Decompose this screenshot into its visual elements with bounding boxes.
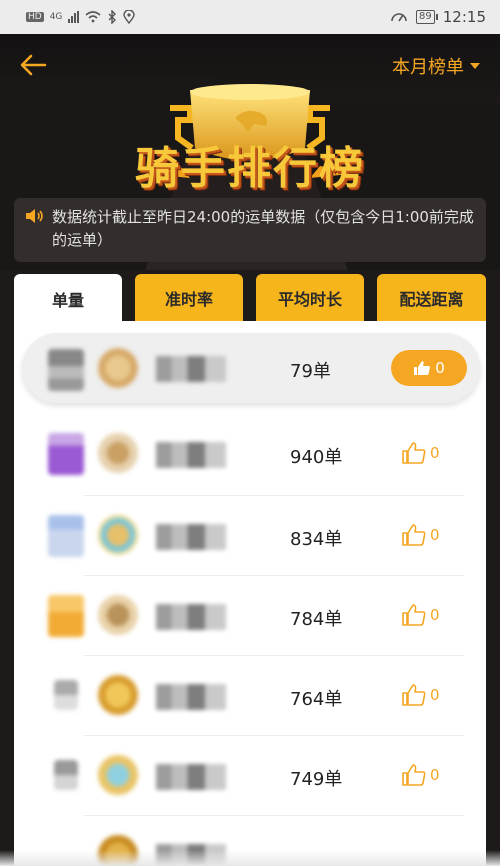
tab-avg-duration[interactable]: 平均时长 (256, 274, 364, 322)
caret-down-icon (470, 63, 480, 69)
order-count: 940单 (290, 447, 343, 468)
rank-badge (48, 349, 84, 391)
month-selector[interactable]: 本月榜单 (392, 53, 480, 79)
like-count: 0 (430, 444, 440, 462)
rank-badge (54, 680, 78, 710)
like-button[interactable]: 0 (401, 758, 461, 792)
ranking-row: 764单 0 (14, 656, 486, 736)
ranking-list: 79单 0 940单 0 834单 0 784单 0 764单 0 749单 0 (14, 321, 486, 866)
like-count: 0 (430, 686, 440, 704)
rider-name (156, 356, 226, 382)
like-button[interactable]: 0 (401, 678, 461, 712)
rank-badge (48, 515, 84, 557)
like-button[interactable]: 0 (401, 518, 461, 552)
ranking-row: 940单 0 (14, 416, 486, 496)
thumbs-up-icon (402, 684, 426, 706)
rider-name (156, 764, 226, 790)
rank-badge (54, 760, 78, 790)
thumbs-up-icon (402, 442, 426, 464)
rider-name (156, 524, 226, 550)
page-title: 骑手排行榜 (135, 143, 365, 194)
back-button[interactable] (16, 50, 50, 80)
tab-distance[interactable]: 配送距离 (377, 274, 486, 322)
ranking-row: 784单 0 (14, 576, 486, 656)
month-label: 本月榜单 (392, 57, 464, 78)
like-count: 0 (435, 359, 445, 377)
arrow-left-icon (20, 54, 47, 76)
thumbs-up-icon (402, 604, 426, 626)
ranking-row: 749单 0 (14, 736, 486, 816)
ranking-row: 834单 0 (14, 496, 486, 576)
rank-badge (48, 595, 84, 637)
thumbs-up-icon (402, 764, 426, 786)
rider-name (156, 684, 226, 710)
order-count: 834单 (290, 529, 343, 550)
notice-banner: 数据统计截止至昨日24:00的运单数据（仅包含今日1:00前完成的运单） (14, 198, 486, 262)
avatar (98, 433, 138, 473)
like-count: 0 (430, 526, 440, 544)
bluetooth-icon (108, 10, 117, 24)
thumbs-up-icon (414, 361, 431, 375)
avatar (98, 675, 138, 715)
like-button[interactable]: 0 (391, 350, 467, 386)
avatar (98, 755, 138, 795)
signal-icon (68, 11, 80, 23)
tab-ontime-rate[interactable]: 准时率 (135, 274, 243, 322)
bottom-edge (0, 850, 500, 866)
network-label: 4G (49, 12, 63, 22)
hd-label: HD (26, 12, 44, 22)
avatar (98, 515, 138, 555)
tab-orders[interactable]: 单量 (14, 274, 122, 324)
avatar (98, 348, 138, 388)
speaker-icon (26, 209, 43, 223)
order-count: 749单 (290, 769, 343, 790)
order-count: 764单 (290, 689, 343, 710)
order-count: 79单 (290, 361, 331, 382)
header: 本月榜单 骑手排行榜 数据统计截止至昨日24:00的运单数据（仅包含今日1:00… (0, 34, 500, 270)
speed-icon (391, 13, 407, 22)
wifi-icon (85, 11, 101, 23)
rider-name (156, 442, 226, 468)
like-count: 0 (430, 766, 440, 784)
status-bar: HD 4G 89 12:15 (0, 0, 500, 34)
battery-indicator: 89 (416, 10, 438, 24)
like-count: 0 (430, 606, 440, 624)
rank-badge (48, 433, 84, 475)
status-right: 89 12:15 (390, 8, 486, 26)
like-button[interactable]: 0 (401, 436, 461, 470)
status-left: HD 4G (26, 10, 136, 24)
ranking-tabs: 单量 准时率 平均时长 配送距离 (14, 274, 486, 324)
avatar (98, 595, 138, 635)
rider-name (156, 604, 226, 630)
like-button[interactable]: 0 (401, 598, 461, 632)
status-time: 12:15 (442, 8, 486, 26)
thumbs-up-icon (402, 524, 426, 546)
order-count: 784单 (290, 609, 343, 630)
ranking-row-self: 79单 0 (14, 321, 486, 403)
notice-text: 数据统计截止至昨日24:00的运单数据（仅包含今日1:00前完成的运单） (52, 208, 474, 249)
location-icon (123, 10, 136, 24)
